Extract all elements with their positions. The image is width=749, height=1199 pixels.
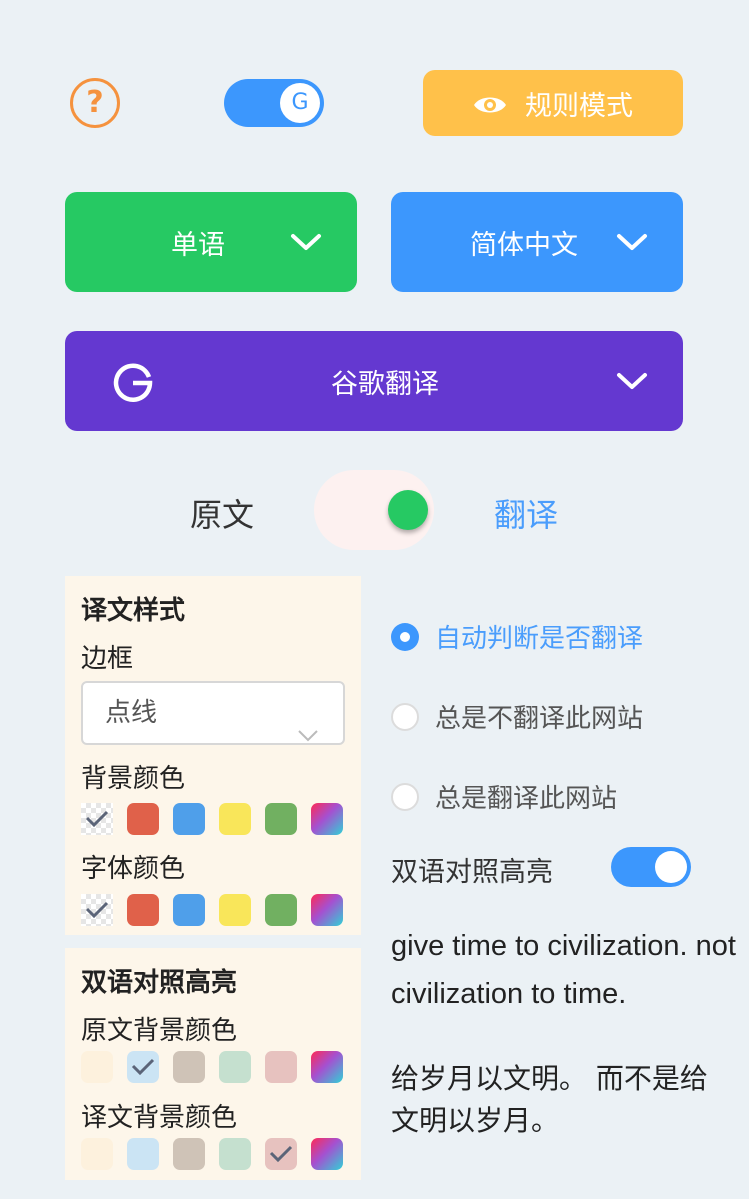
eye-icon <box>473 92 507 114</box>
swatch-lightblue-selected[interactable] <box>127 1051 159 1083</box>
swatch-blue[interactable] <box>173 894 205 926</box>
translation-style-panel: 译文样式 边框 点线 背景颜色 字体颜色 <box>65 576 361 935</box>
font-color-swatches <box>81 894 343 926</box>
orig-bg-label: 原文背景颜色 <box>81 1016 238 1046</box>
swatch-mint[interactable] <box>219 1051 251 1083</box>
panel-title: 双语对照高亮 <box>81 968 238 998</box>
language-label: 简体中文 <box>470 229 578 261</box>
swatch-cream[interactable] <box>81 1051 113 1083</box>
check-icon <box>85 810 109 828</box>
swatch-pink-selected[interactable] <box>265 1138 297 1170</box>
swatch-green[interactable] <box>265 803 297 835</box>
bilingual-highlight-panel: 双语对照高亮 原文背景颜色 译文背景颜色 <box>65 948 361 1180</box>
swatch-none-selected[interactable] <box>81 803 113 835</box>
radio-unselected[interactable] <box>391 782 419 811</box>
swatch-gradient[interactable] <box>311 894 343 926</box>
bilingual-highlight-label: 双语对照高亮 <box>391 857 553 888</box>
preview-chinese: 给岁月以文明。 而不是给文明以岁月。 <box>391 1062 708 1137</box>
chevron-down-icon <box>615 372 649 390</box>
swatch-red[interactable] <box>127 894 159 926</box>
rule-mode-button[interactable]: 规则模式 <box>423 70 683 136</box>
mode-label: 单语 <box>171 229 225 261</box>
option-never[interactable]: 总是不翻译此网站 <box>391 698 643 735</box>
border-select-value: 点线 <box>105 698 158 728</box>
swatch-red[interactable] <box>127 803 159 835</box>
swatch-taupe[interactable] <box>173 1138 205 1170</box>
chevron-down-icon <box>297 705 319 765</box>
original-label[interactable]: 原文 <box>190 490 254 536</box>
google-toggle[interactable]: G <box>224 79 324 127</box>
bg-color-swatches <box>81 803 343 835</box>
chevron-down-icon <box>615 233 649 251</box>
panel-title: 译文样式 <box>81 596 186 626</box>
trans-bg-label: 译文背景颜色 <box>81 1103 238 1133</box>
check-icon <box>85 901 109 919</box>
swatch-yellow[interactable] <box>219 803 251 835</box>
help-icon[interactable]: ? <box>70 78 120 128</box>
google-toggle-knob: G <box>280 83 320 123</box>
language-dropdown[interactable]: 简体中文 <box>391 192 683 292</box>
trans-bg-swatches <box>81 1138 343 1170</box>
engine-label: 谷歌翻译 <box>331 368 439 400</box>
chevron-down-icon <box>289 233 323 251</box>
swatch-lightblue[interactable] <box>127 1138 159 1170</box>
swatch-gradient[interactable] <box>311 1051 343 1083</box>
border-label: 边框 <box>81 644 134 674</box>
display-toggle[interactable] <box>314 470 434 550</box>
swatch-green[interactable] <box>265 894 297 926</box>
translated-label[interactable]: 翻译 <box>494 490 558 536</box>
font-color-label: 字体颜色 <box>81 854 186 884</box>
swatch-yellow[interactable] <box>219 894 251 926</box>
option-always[interactable]: 总是翻译此网站 <box>391 778 617 815</box>
mode-dropdown[interactable]: 单语 <box>65 192 357 292</box>
google-g-icon <box>111 359 155 403</box>
swatch-cream[interactable] <box>81 1138 113 1170</box>
option-never-label: 总是不翻译此网站 <box>435 704 644 734</box>
orig-bg-swatches <box>81 1051 343 1083</box>
swatch-gradient[interactable] <box>311 1138 343 1170</box>
radio-unselected[interactable] <box>391 702 419 731</box>
check-icon <box>131 1058 155 1076</box>
swatch-blue[interactable] <box>173 803 205 835</box>
swatch-mint[interactable] <box>219 1138 251 1170</box>
swatch-pink[interactable] <box>265 1051 297 1083</box>
radio-selected[interactable] <box>391 622 419 651</box>
bilingual-toggle-knob <box>655 851 687 883</box>
rule-mode-label: 规则模式 <box>525 90 633 122</box>
option-auto-label: 自动判断是否翻译 <box>435 624 644 654</box>
engine-dropdown[interactable]: 谷歌翻译 <box>65 331 683 431</box>
check-icon <box>269 1145 293 1163</box>
option-always-label: 总是翻译此网站 <box>435 784 618 814</box>
swatch-none-selected[interactable] <box>81 894 113 926</box>
bilingual-highlight-toggle[interactable] <box>611 847 691 887</box>
option-auto[interactable]: 自动判断是否翻译 <box>391 618 643 655</box>
swatch-taupe[interactable] <box>173 1051 205 1083</box>
display-toggle-knob <box>388 490 428 530</box>
swatch-gradient[interactable] <box>311 803 343 835</box>
bg-color-label: 背景颜色 <box>81 764 186 794</box>
preview-english: give time to civilization. not civilizat… <box>391 930 736 1010</box>
border-select[interactable]: 点线 <box>81 681 345 745</box>
